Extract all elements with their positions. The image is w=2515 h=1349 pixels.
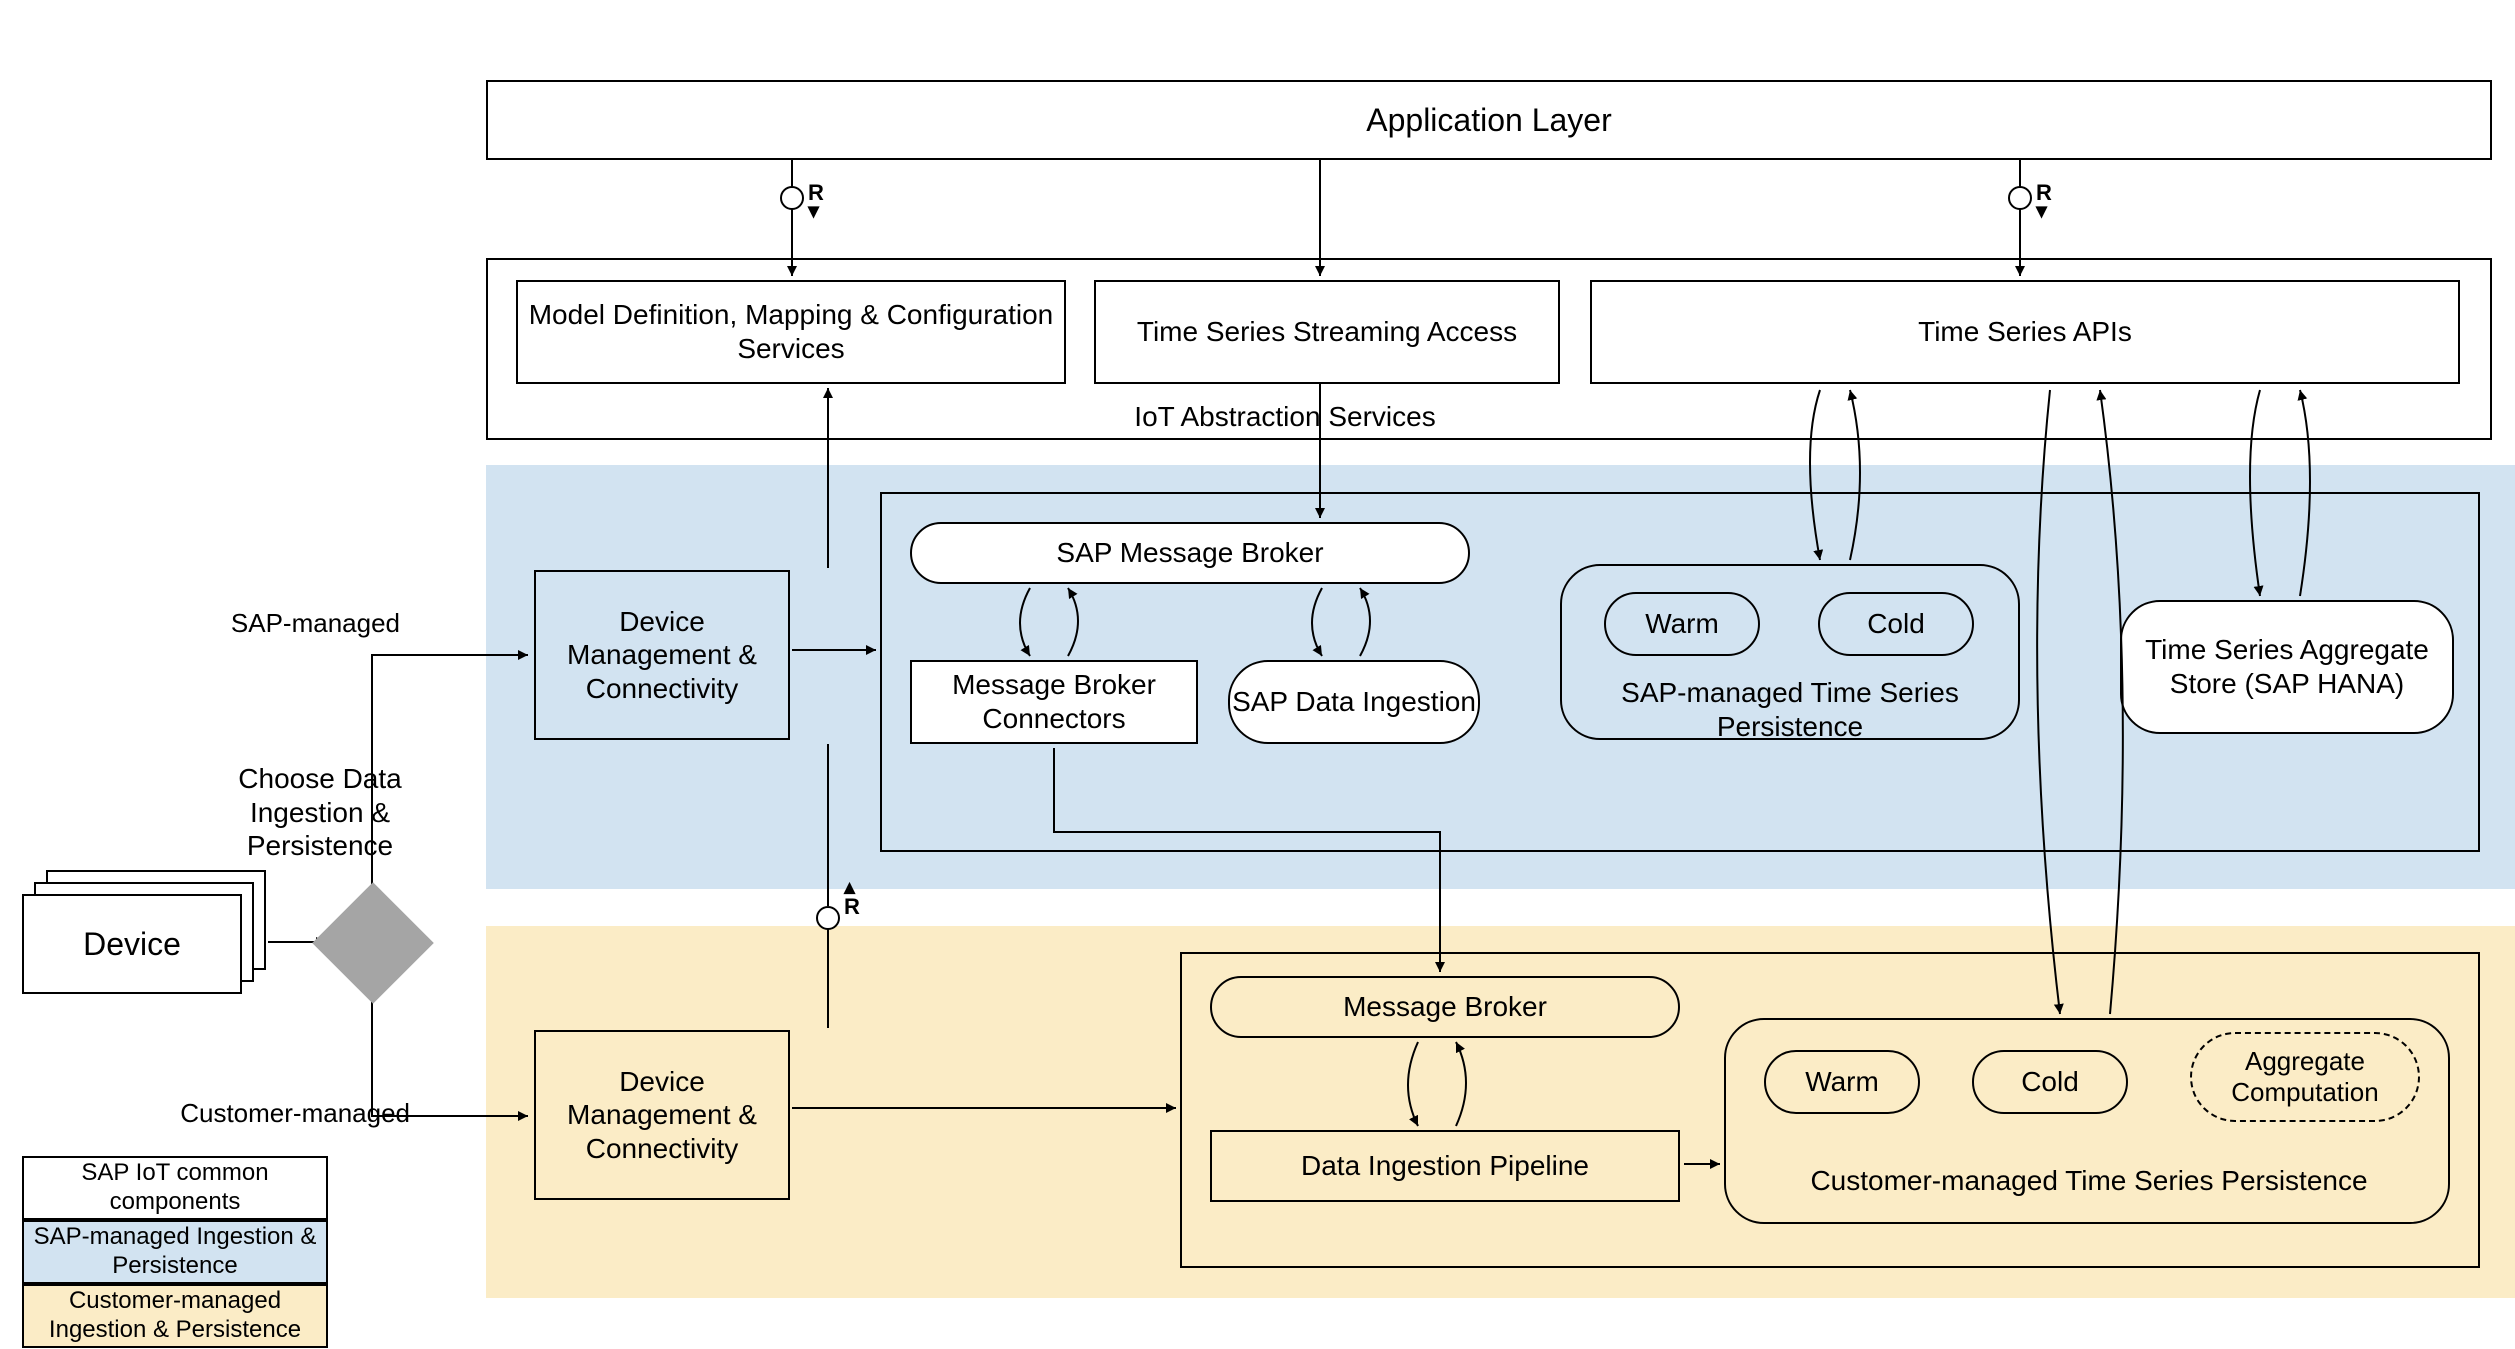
legend-customer-label: Customer-managed Ingestion & Persistence: [24, 1287, 326, 1345]
device-card-front: Device: [22, 894, 242, 994]
legend-common: SAP IoT common components: [22, 1156, 328, 1220]
device-label: Device: [83, 926, 181, 963]
legend-customer: Customer-managed Ingestion & Persistence: [22, 1284, 328, 1348]
svg-text:▾: ▾: [2035, 198, 2048, 223]
svg-text:▾: ▾: [807, 198, 820, 223]
legend-common-label: SAP IoT common components: [24, 1159, 326, 1217]
connectors-svg: R▾ R▾ ▴R: [0, 0, 2515, 1349]
svg-text:R: R: [844, 894, 860, 919]
legend-sap: SAP-managed Ingestion & Persistence: [22, 1220, 328, 1284]
legend-sap-label: SAP-managed Ingestion & Persistence: [24, 1223, 326, 1281]
